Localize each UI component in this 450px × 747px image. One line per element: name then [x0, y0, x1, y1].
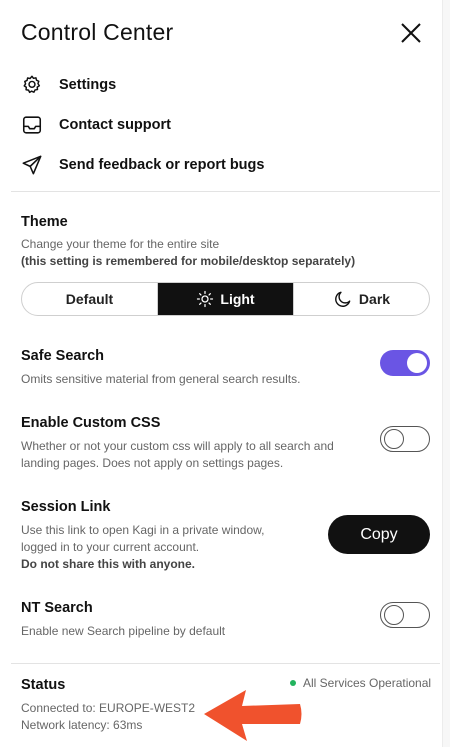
session-link-desc-line1: Use this link to open Kagi in a private …	[21, 523, 265, 537]
menu-item-contact-support[interactable]: Contact support	[20, 111, 420, 139]
services-status-label: All Services Operational	[303, 676, 432, 690]
session-link-desc: Use this link to open Kagi in a private …	[21, 522, 264, 573]
close-icon	[401, 23, 421, 43]
menu-item-settings[interactable]: Settings	[20, 71, 420, 99]
menu-label-settings: Settings	[59, 77, 117, 93]
sun-icon	[196, 290, 214, 308]
services-status[interactable]: All Services Operational	[290, 676, 431, 690]
control-center-panel: Control Center Settings Contact support	[0, 0, 442, 747]
toggle-knob	[407, 353, 427, 373]
theme-option-default[interactable]: Default	[22, 283, 157, 315]
copy-button[interactable]: Copy	[328, 515, 430, 554]
nt-search-toggle[interactable]	[380, 602, 430, 628]
close-button[interactable]	[396, 18, 426, 48]
theme-option-default-label: Default	[65, 291, 114, 307]
moon-icon	[333, 289, 353, 309]
menu-item-send-feedback[interactable]: Send feedback or report bugs	[20, 151, 420, 179]
inbox-icon	[20, 113, 44, 137]
status-title: Status	[21, 677, 66, 693]
session-link-warning: Do not share this with anyone.	[21, 557, 196, 571]
custom-css-title: Enable Custom CSS	[21, 415, 161, 431]
session-link-desc-line2: logged in to your current account.	[21, 540, 200, 554]
toggle-knob	[384, 605, 404, 625]
send-icon	[20, 153, 44, 177]
nt-search-desc: Enable new Search pipeline by default	[21, 624, 226, 638]
menu-label-contact-support: Contact support	[59, 117, 171, 133]
window-edge	[442, 0, 450, 747]
menu-label-send-feedback: Send feedback or report bugs	[59, 157, 265, 173]
theme-title: Theme	[21, 214, 68, 230]
theme-option-light[interactable]: Light	[157, 283, 293, 315]
custom-css-desc: Whether or not your custom css will appl…	[21, 438, 334, 472]
safe-search-desc: Omits sensitive material from general se…	[21, 372, 301, 386]
panel-title: Control Center	[21, 19, 174, 45]
divider	[11, 191, 440, 192]
session-link-title: Session Link	[21, 499, 111, 515]
theme-selector: Default Light Dark	[21, 282, 430, 316]
custom-css-desc-line1: Whether or not your custom css will appl…	[21, 439, 334, 453]
theme-option-dark[interactable]: Dark	[293, 283, 429, 315]
gear-icon	[20, 73, 44, 97]
theme-desc: Change your theme for the entire site (t…	[21, 236, 355, 270]
annotation-arrow-icon	[204, 690, 302, 741]
status-latency: Network latency: 63ms	[21, 718, 143, 732]
custom-css-toggle[interactable]	[380, 426, 430, 452]
custom-css-desc-line2: landing pages. Does not apply on setting…	[21, 456, 284, 470]
status-connected: Connected to: EUROPE-WEST2	[21, 701, 196, 715]
safe-search-toggle[interactable]	[380, 350, 430, 376]
theme-desc-line2: (this setting is remembered for mobile/d…	[21, 254, 356, 268]
theme-option-dark-label: Dark	[358, 291, 391, 307]
toggle-knob	[384, 429, 404, 449]
theme-option-light-label: Light	[220, 291, 255, 307]
safe-search-title: Safe Search	[21, 348, 105, 364]
theme-desc-line1: Change your theme for the entire site	[21, 237, 220, 251]
nt-search-title: NT Search	[21, 600, 93, 616]
